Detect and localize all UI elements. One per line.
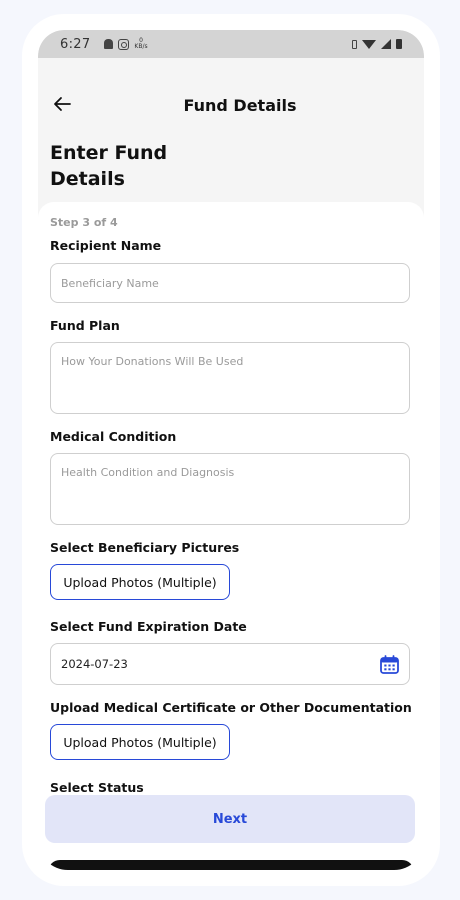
fund-details-form: Step 3 of 4 Recipient Name Beneficiary N… xyxy=(38,202,424,870)
recipient-name-placeholder: Beneficiary Name xyxy=(61,276,159,290)
page-heading: Enter Fund Details xyxy=(50,142,168,190)
navigation-bar xyxy=(48,860,414,870)
upload-beneficiary-photos-button[interactable]: Upload Photos (Multiple) xyxy=(50,564,230,600)
vibrate-icon xyxy=(352,39,357,49)
fund-plan-placeholder: How Your Donations Will Be Used xyxy=(61,355,244,368)
fund-plan-label: Fund Plan xyxy=(50,318,120,333)
data-rate-indicator: 0 KB/s xyxy=(134,37,148,50)
upload-medical-certificate-button[interactable]: Upload Photos (Multiple) xyxy=(50,724,230,760)
beneficiary-pictures-label: Select Beneficiary Pictures xyxy=(50,540,240,555)
medical-condition-placeholder: Health Condition and Diagnosis xyxy=(61,466,235,479)
calendar-icon[interactable] xyxy=(380,655,399,674)
notification-bell-icon xyxy=(104,39,114,49)
recipient-name-input[interactable]: Beneficiary Name xyxy=(50,263,410,303)
medical-certificate-label: Upload Medical Certificate or Other Docu… xyxy=(50,700,412,715)
expiration-date-label: Select Fund Expiration Date xyxy=(50,619,247,634)
status-bar: 6:27 0 KB/s xyxy=(38,30,424,58)
battery-icon xyxy=(396,39,402,49)
signal-icon xyxy=(381,39,391,49)
medical-condition-textarea[interactable]: Health Condition and Diagnosis xyxy=(50,453,410,525)
recipient-name-label: Recipient Name xyxy=(50,238,162,253)
status-time: 6:27 xyxy=(60,36,91,52)
expiration-date-input[interactable]: 2024-07-23 xyxy=(50,643,410,685)
instagram-icon xyxy=(118,38,130,50)
expiration-date-value: 2024-07-23 xyxy=(61,657,128,671)
step-indicator: Step 3 of 4 xyxy=(50,216,118,229)
page-title: Fund Details xyxy=(183,96,297,115)
status-label: Select Status xyxy=(50,780,144,795)
next-button[interactable]: Next xyxy=(45,795,415,843)
fund-plan-textarea[interactable]: How Your Donations Will Be Used xyxy=(50,342,410,414)
wifi-icon xyxy=(362,39,376,49)
medical-condition-label: Medical Condition xyxy=(50,429,177,444)
phone-screen: 6:27 0 KB/s Fund Details Enter Fund Deta… xyxy=(38,30,424,870)
